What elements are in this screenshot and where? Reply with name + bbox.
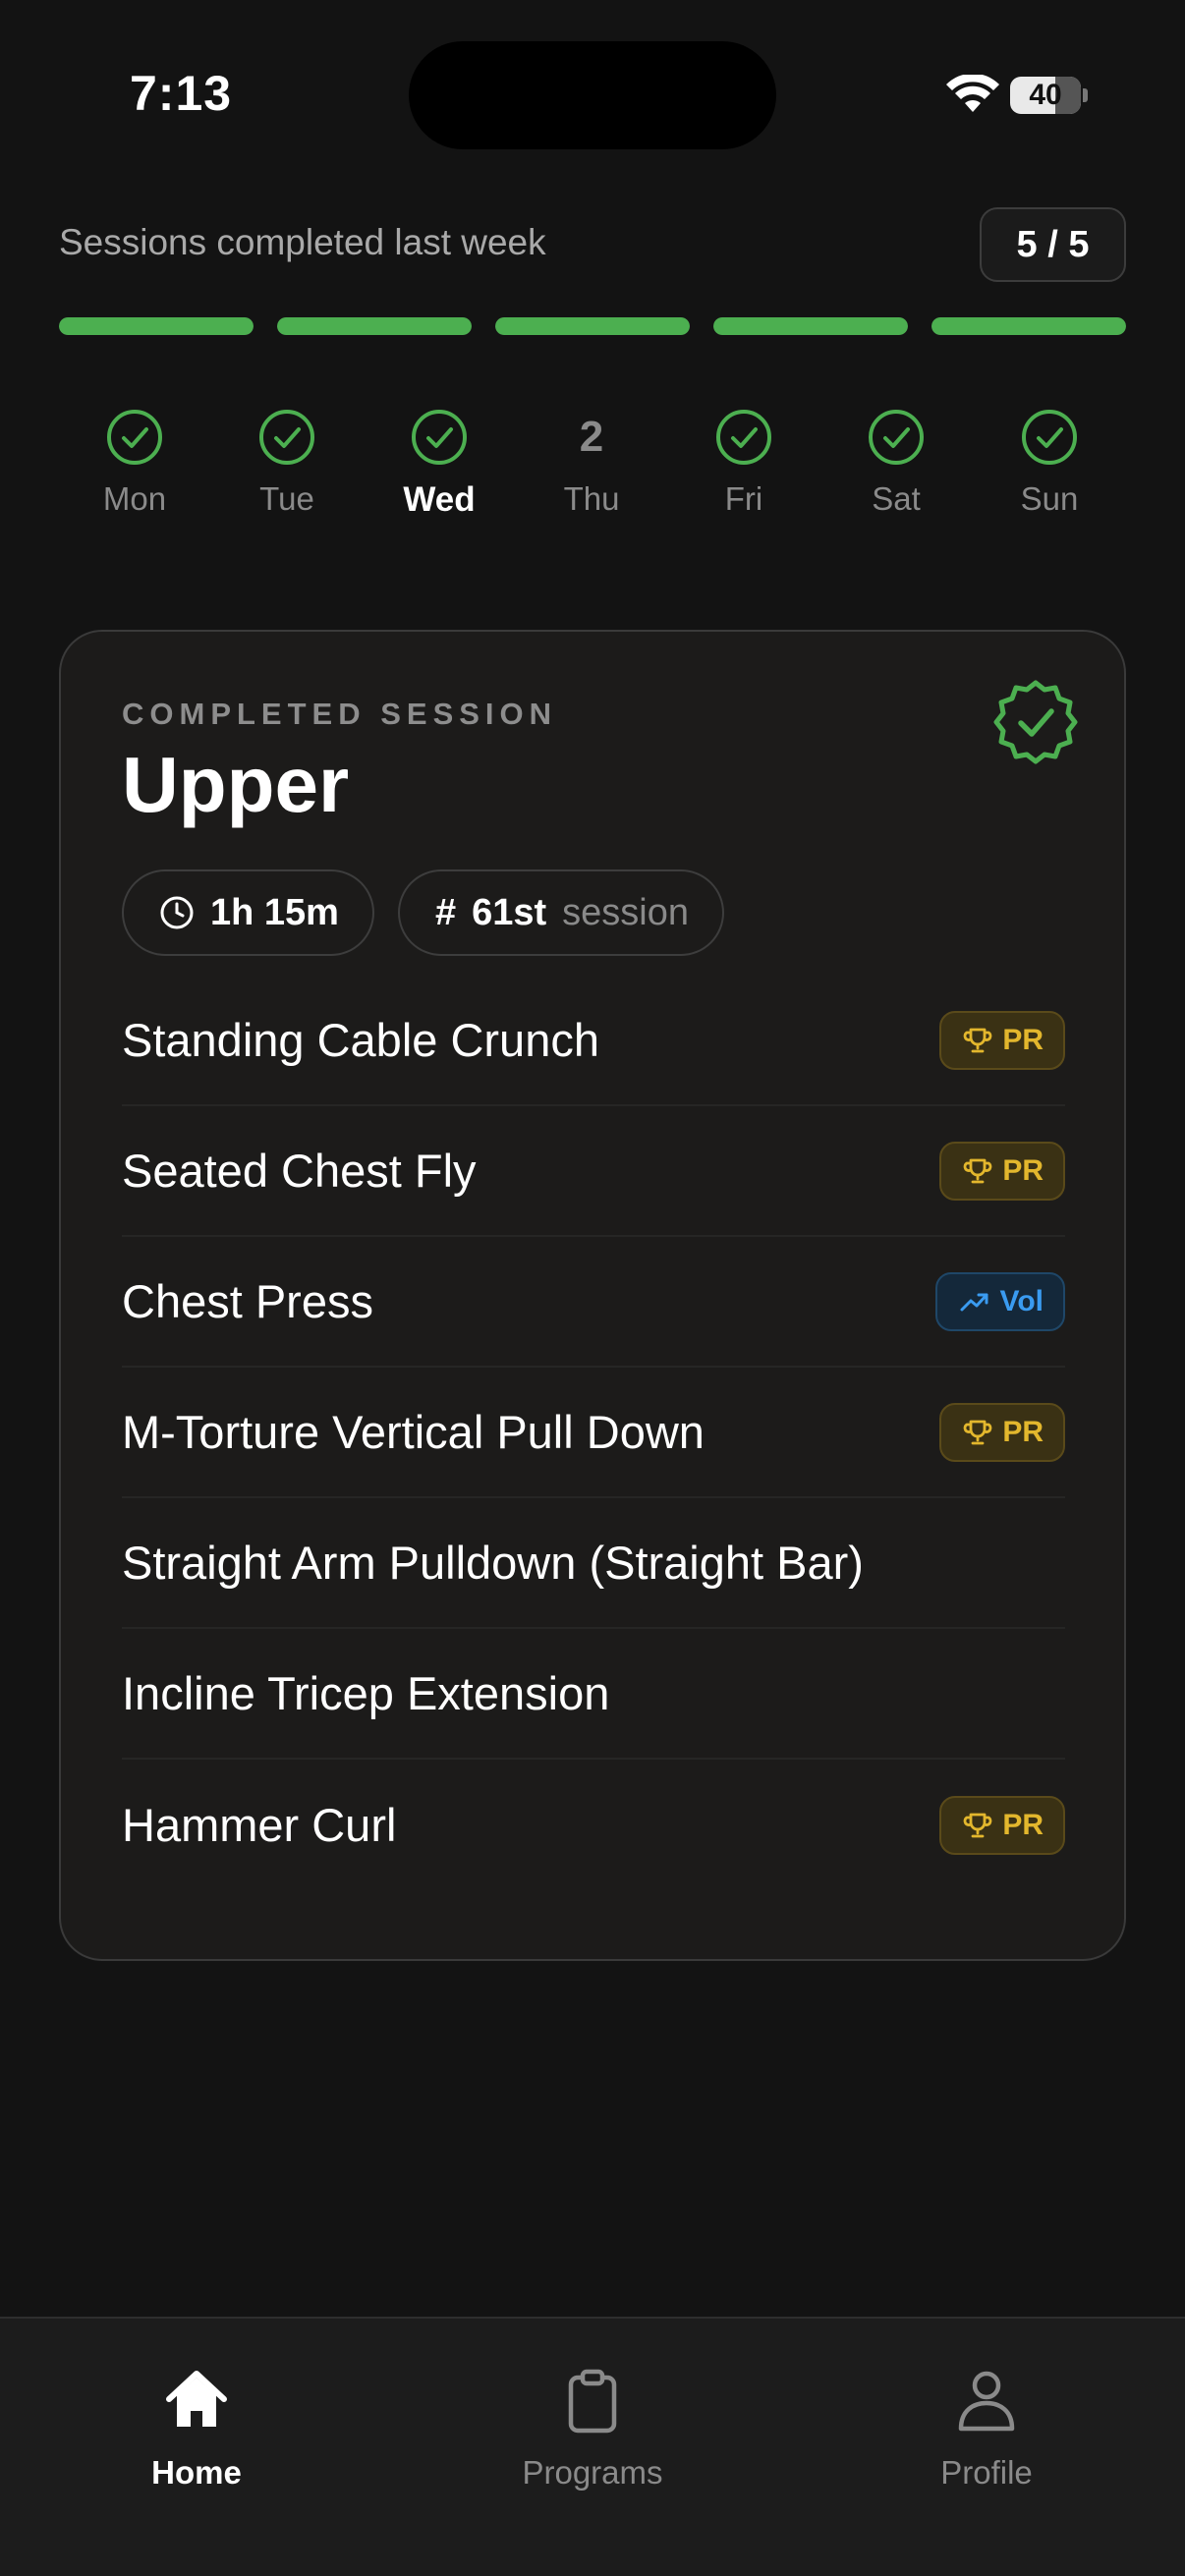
- bottom-tab-bar: Home Programs Profile: [0, 2317, 1185, 2576]
- exercise-name: Chest Press: [122, 1275, 373, 1327]
- day-tue[interactable]: Tue: [228, 403, 346, 518]
- day-label: Tue: [259, 480, 314, 517]
- check-circle-icon: [867, 408, 926, 467]
- exercise-row[interactable]: Hammer Curl PR: [122, 1760, 1065, 1890]
- exercise-name: Straight Arm Pulldown (Straight Bar): [122, 1537, 864, 1589]
- progress-segment: [495, 317, 690, 335]
- trophy-icon: [963, 1418, 992, 1447]
- day-label: Sat: [872, 480, 921, 517]
- progress-fill: [277, 317, 472, 335]
- tab-home[interactable]: Home: [69, 2366, 324, 2492]
- check-circle-icon: [714, 408, 773, 467]
- battery-level: 40: [1029, 79, 1062, 111]
- verified-seal-icon: [993, 680, 1078, 764]
- badge-label: Vol: [999, 1284, 1044, 1317]
- progress-fill: [59, 317, 254, 335]
- pr-badge: PR: [939, 1010, 1065, 1070]
- check-circle-icon: [257, 408, 316, 467]
- session-title: Upper: [122, 741, 350, 828]
- clock-icon: [160, 896, 194, 929]
- progress-fill: [495, 317, 690, 335]
- exercise-row[interactable]: Incline Tricep Extension: [122, 1629, 1065, 1760]
- session-ordinal-suffix: session: [562, 891, 690, 933]
- day-mon[interactable]: Mon: [76, 403, 194, 518]
- day-fri[interactable]: Fri: [685, 403, 803, 518]
- exercise-name: Incline Tricep Extension: [122, 1667, 610, 1719]
- exercise-name: Seated Chest Fly: [122, 1145, 477, 1197]
- exercise-name: Standing Cable Crunch: [122, 1014, 599, 1066]
- pr-badge: PR: [939, 1402, 1065, 1462]
- pr-badge: PR: [939, 1141, 1065, 1201]
- sessions-count-badge: 5 / 5: [980, 207, 1126, 282]
- status-bar: 7:13 40: [0, 0, 1185, 196]
- check-circle-icon: [1020, 408, 1079, 467]
- duration-chip: 1h 15m: [122, 869, 374, 956]
- exercise-row[interactable]: Straight Arm Pulldown (Straight Bar): [122, 1498, 1065, 1629]
- day-label: Thu: [563, 480, 620, 517]
- duration-value: 1h 15m: [210, 891, 339, 933]
- day-sat[interactable]: Sat: [837, 403, 955, 518]
- status-time: 7:13: [130, 66, 233, 121]
- week-progress: [59, 317, 1126, 335]
- exercise-list: Standing Cable Crunch PR Seated Chest Fly P…: [122, 976, 1065, 1890]
- tab-label: Programs: [522, 2454, 663, 2491]
- exercise-row[interactable]: Seated Chest Fly PR: [122, 1106, 1065, 1237]
- badge-label: PR: [1002, 1023, 1044, 1056]
- exercise-row[interactable]: Chest Press Vol: [122, 1237, 1065, 1368]
- day-label: Sun: [1020, 480, 1079, 517]
- trophy-icon: [963, 1811, 992, 1840]
- exercise-name: M-Torture Vertical Pull Down: [122, 1406, 705, 1458]
- tab-label: Profile: [940, 2454, 1033, 2491]
- progress-segment: [277, 317, 472, 335]
- exercise-name: Hammer Curl: [122, 1799, 397, 1851]
- trophy-icon: [963, 1156, 992, 1186]
- wifi-icon: [946, 75, 999, 112]
- badge-label: PR: [1002, 1808, 1044, 1841]
- session-ordinal: 61st: [472, 891, 547, 933]
- battery-icon: 40: [1010, 77, 1081, 114]
- trending-up-icon: [959, 1290, 990, 1314]
- pr-badge: PR: [939, 1795, 1065, 1855]
- home-icon: [161, 2366, 232, 2436]
- week-day-strip: Mon Tue Wed 2 Thu Fri Sat Sun: [59, 403, 1126, 531]
- day-thu[interactable]: 2 Thu: [533, 403, 650, 518]
- check-circle-icon: [410, 408, 469, 467]
- dynamic-island: [409, 41, 776, 149]
- card-eyebrow: COMPLETED SESSION: [122, 697, 558, 731]
- exercise-row[interactable]: Standing Cable Crunch PR: [122, 976, 1065, 1106]
- day-label: Fri: [724, 480, 763, 517]
- progress-segment: [931, 317, 1126, 335]
- trophy-icon: [963, 1026, 992, 1055]
- progress-fill: [931, 317, 1126, 335]
- clipboard-icon: [557, 2366, 628, 2436]
- progress-fill: [713, 317, 908, 335]
- week-summary-label: Sessions completed last week: [59, 222, 546, 262]
- badge-label: PR: [1002, 1415, 1044, 1448]
- exercise-row[interactable]: M-Torture Vertical Pull Down PR: [122, 1368, 1065, 1498]
- tab-profile[interactable]: Profile: [859, 2366, 1114, 2492]
- hash-icon: #: [434, 891, 457, 933]
- day-count-value: 2: [579, 413, 604, 461]
- progress-segment: [59, 317, 254, 335]
- battery-cap: [1083, 88, 1088, 102]
- badge-label: PR: [1002, 1153, 1044, 1187]
- day-sun[interactable]: Sun: [990, 403, 1108, 518]
- session-meta-chips: 1h 15m # 61st session: [122, 869, 725, 956]
- completed-session-card[interactable]: COMPLETED SESSION Upper 1h 15m # 61st se…: [59, 630, 1126, 1961]
- day-label: Wed: [403, 480, 476, 519]
- volume-badge: Vol: [934, 1271, 1065, 1331]
- progress-segment: [713, 317, 908, 335]
- check-circle-icon: [105, 408, 164, 467]
- day-wed[interactable]: Wed: [380, 403, 498, 520]
- tab-label: Home: [151, 2454, 242, 2491]
- tab-programs[interactable]: Programs: [465, 2366, 720, 2492]
- session-number-chip: # 61st session: [397, 869, 725, 956]
- day-count: 2: [562, 408, 621, 467]
- person-icon: [951, 2366, 1022, 2436]
- day-label: Mon: [102, 480, 167, 517]
